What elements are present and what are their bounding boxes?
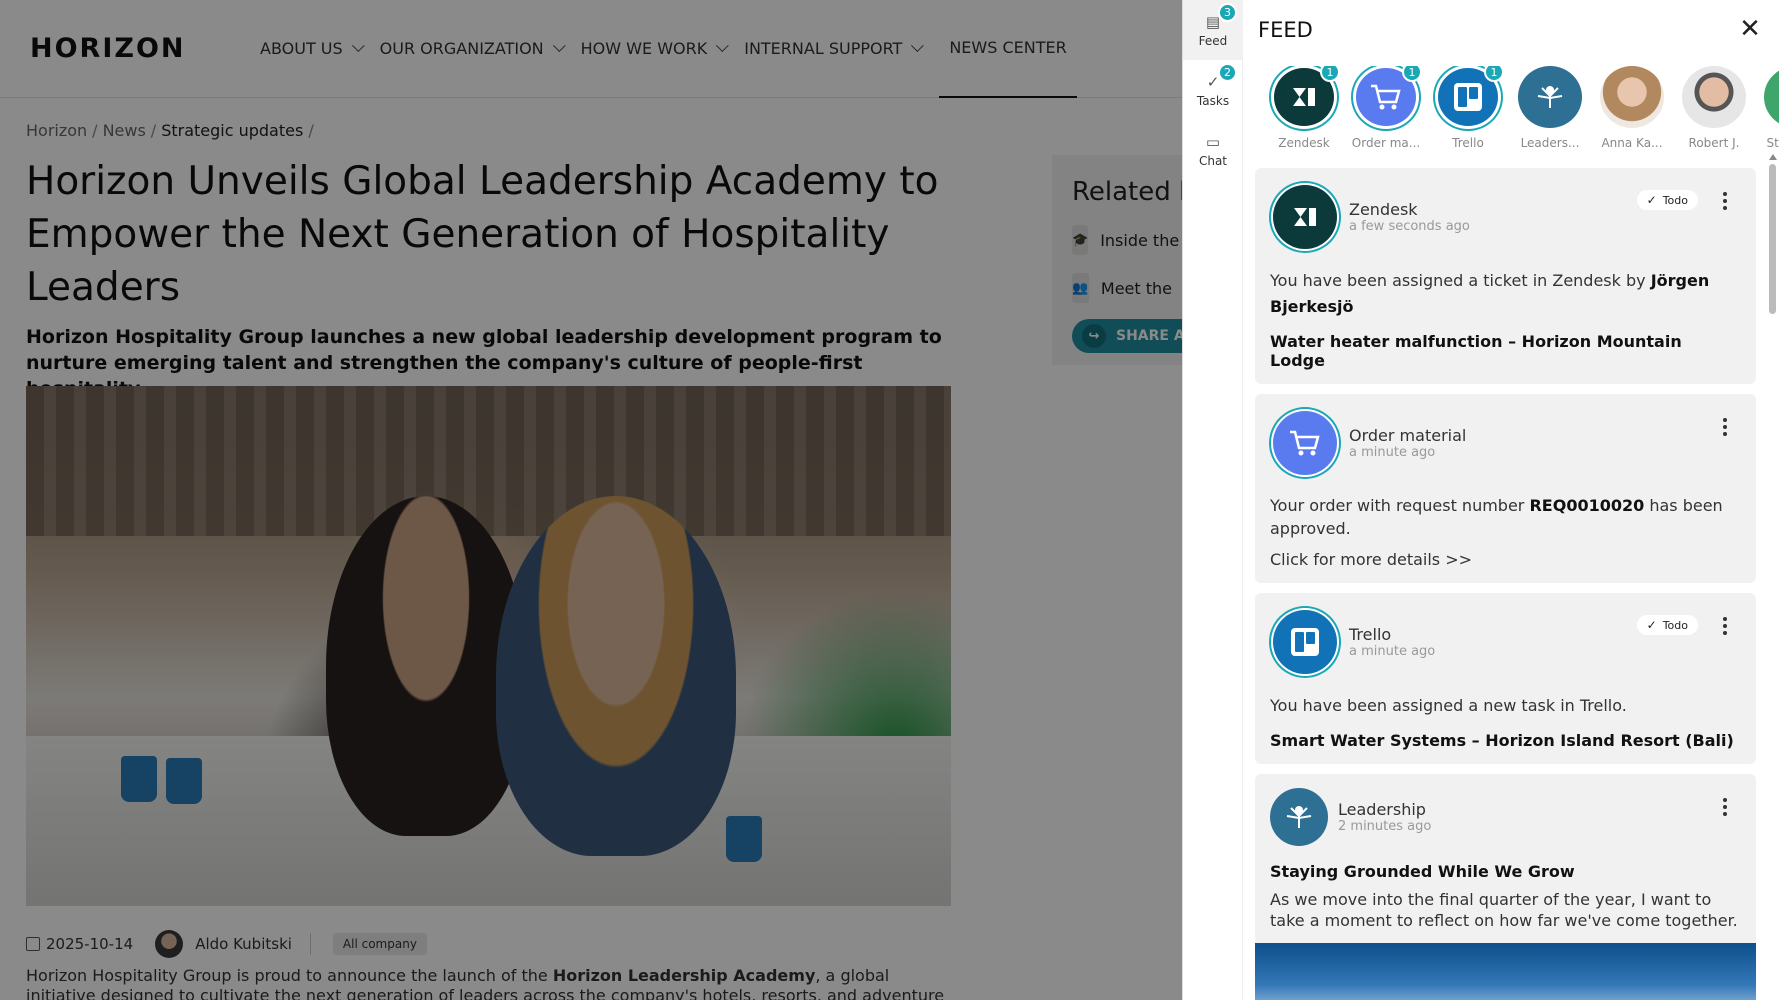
card-task-title[interactable]: Smart Water Systems – Horizon Island Res… <box>1270 731 1742 750</box>
card-text: Your order with request number REQ001002… <box>1270 494 1742 540</box>
post-image <box>1255 943 1756 1000</box>
strip-item-order-material[interactable]: 1 Order ma... <box>1345 66 1427 150</box>
rail-feed[interactable]: ▤ Feed 3 <box>1183 0 1243 60</box>
strip-label: Trello <box>1452 136 1484 150</box>
strip-label: Zendesk <box>1278 136 1330 150</box>
card-text-pre: You have been assigned a ticket in Zende… <box>1270 271 1651 290</box>
card-source: Zendesk <box>1349 200 1418 219</box>
trello-icon <box>1273 610 1337 674</box>
shopping-cart-icon <box>1273 411 1337 475</box>
more-options-icon[interactable] <box>1720 798 1730 816</box>
card-text-bold: REQ0010020 <box>1529 496 1645 515</box>
more-options-icon[interactable] <box>1720 192 1730 210</box>
more-details-link[interactable]: Click for more details >> <box>1270 550 1742 569</box>
strip-label: Order ma... <box>1351 136 1421 150</box>
zendesk-icon <box>1273 185 1337 249</box>
card-time: a minute ago <box>1349 445 1436 460</box>
shopping-cart-icon: 1 <box>1356 66 1422 127</box>
card-time: 2 minutes ago <box>1338 819 1432 834</box>
check-icon: ✓ <box>1646 193 1657 207</box>
target-icon <box>1764 66 1779 129</box>
feed-card-order[interactable]: Order material a minute ago Your order w… <box>1255 394 1756 583</box>
card-source-block: Order material a minute ago <box>1349 426 1466 460</box>
rail-badge: 3 <box>1218 3 1237 22</box>
zendesk-icon: 1 <box>1274 66 1340 127</box>
more-options-icon[interactable] <box>1720 617 1730 635</box>
card-source-block: Trello a minute ago <box>1349 625 1435 659</box>
leadership-icon <box>1518 66 1582 129</box>
strip-badge: 1 <box>1484 66 1504 82</box>
strip-item-robert[interactable]: Robert J. <box>1673 66 1755 150</box>
card-ticket-title[interactable]: Water heater malfunction – Horizon Mount… <box>1270 332 1742 370</box>
strip-item-strategic[interactable]: Strategi... <box>1755 66 1779 150</box>
card-time: a few seconds ago <box>1349 219 1470 234</box>
card-post-title[interactable]: Staying Grounded While We Grow <box>1270 862 1742 881</box>
card-source: Order material <box>1349 426 1467 445</box>
more-options-icon[interactable] <box>1720 418 1730 436</box>
todo-label: Todo <box>1662 193 1688 207</box>
strip-item-leadership[interactable]: Leaders... <box>1509 66 1591 150</box>
scroll-up-icon[interactable] <box>1769 154 1777 160</box>
check-icon: ✓ <box>1646 618 1657 632</box>
card-text: As we move into the final quarter of the… <box>1270 890 1738 930</box>
rail-label: Tasks <box>1196 93 1230 108</box>
card-source: Trello <box>1349 625 1392 644</box>
card-header: Leadership 2 minutes ago <box>1270 788 1742 846</box>
card-time: a minute ago <box>1349 644 1436 659</box>
feed-card-zendesk[interactable]: Zendesk a few seconds ago ✓ Todo You have… <box>1255 168 1756 384</box>
strip-item-trello[interactable]: 1 Trello <box>1427 66 1509 150</box>
feed-panel: ▤ Feed 3 ✓ Tasks 2 ▭ Chat FEED ✕ 1 Zende… <box>1182 0 1779 1000</box>
source-strip: 1 Zendesk 1 Order ma... 1 Trello Leaders… <box>1263 66 1779 150</box>
strip-item-anna[interactable]: Anna Ka... <box>1591 66 1673 150</box>
card-header: Order material a minute ago <box>1270 408 1742 478</box>
feed-list: Zendesk a few seconds ago ✓ Todo You have… <box>1255 168 1765 1000</box>
close-icon[interactable]: ✕ <box>1735 14 1765 44</box>
rail-label: Feed <box>1198 33 1228 48</box>
strip-label: Strategi... <box>1766 136 1779 150</box>
panel-rail: ▤ Feed 3 ✓ Tasks 2 ▭ Chat <box>1183 0 1243 1000</box>
card-source: Leadership <box>1338 800 1426 819</box>
modal-backdrop[interactable] <box>0 0 1182 1000</box>
strip-badge: 1 <box>1320 66 1340 82</box>
card-text: You have been assigned a ticket in Zende… <box>1270 268 1742 320</box>
rail-tasks[interactable]: ✓ Tasks 2 <box>1183 60 1243 120</box>
todo-label: Todo <box>1662 618 1688 632</box>
feed-card-trello[interactable]: Trello a minute ago ✓ Todo You have been … <box>1255 593 1756 764</box>
panel-title: FEED <box>1258 18 1313 42</box>
feed-card-leadership[interactable]: Leadership 2 minutes ago Staying Grounde… <box>1255 774 1756 1000</box>
strip-item-zendesk[interactable]: 1 Zendesk <box>1263 66 1345 150</box>
rail-label: Chat <box>1198 153 1228 168</box>
scrollbar-thumb[interactable] <box>1769 164 1776 314</box>
news-page: HORIZON ABOUT US OUR ORGANIZATION HOW WE… <box>0 0 1182 1000</box>
rail-badge: 2 <box>1218 63 1237 82</box>
strip-label: Robert J. <box>1688 136 1740 150</box>
feed-scrollbar[interactable] <box>1769 154 1777 1000</box>
leadership-icon <box>1270 788 1328 846</box>
card-text-pre: Your order with request number <box>1270 496 1530 515</box>
strip-badge: 1 <box>1402 66 1422 82</box>
rail-chat[interactable]: ▭ Chat <box>1183 120 1243 180</box>
todo-button[interactable]: ✓ Todo <box>1636 615 1698 635</box>
strip-label: Anna Ka... <box>1601 136 1663 150</box>
robert-avatar <box>1682 66 1746 129</box>
card-source-block: Zendesk a few seconds ago <box>1349 200 1470 234</box>
strip-label: Leaders... <box>1520 136 1580 150</box>
chat-icon: ▭ <box>1205 132 1221 151</box>
todo-button[interactable]: ✓ Todo <box>1636 190 1698 210</box>
card-source-block: Leadership 2 minutes ago <box>1338 800 1431 834</box>
anna-avatar <box>1600 66 1664 129</box>
card-text: You have been assigned a new task in Tre… <box>1270 696 1627 715</box>
trello-icon: 1 <box>1438 66 1504 127</box>
